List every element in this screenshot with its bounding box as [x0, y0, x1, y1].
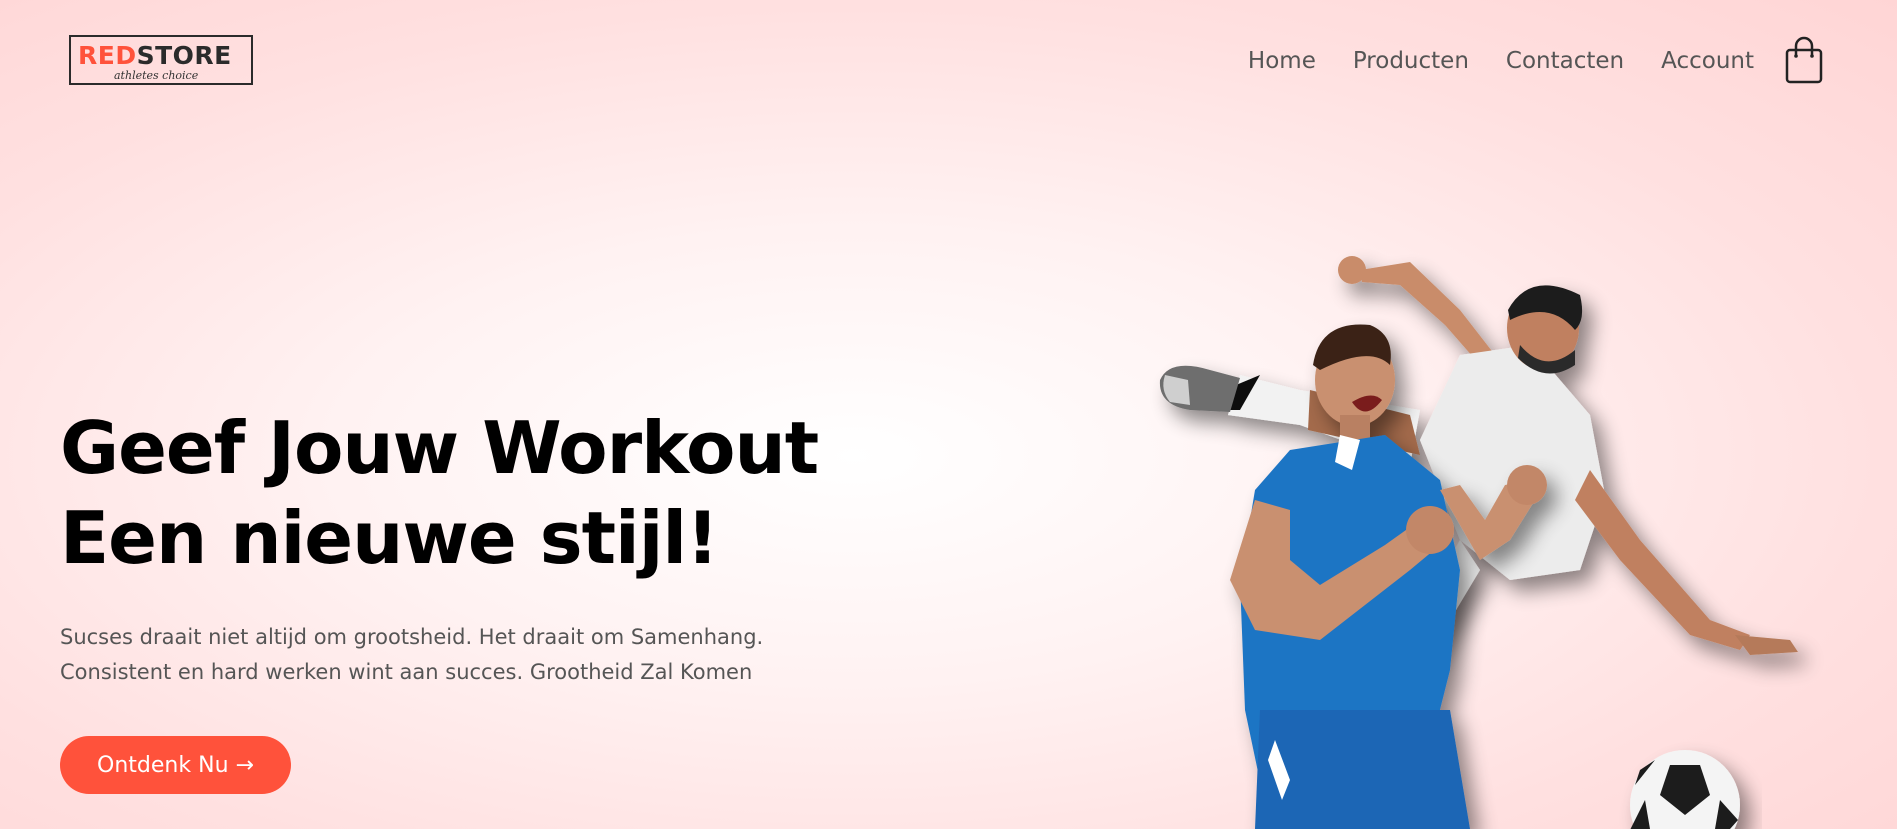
hero-subtitle-line2: Consistent en hard werken wint aan succe…: [60, 660, 753, 684]
main-nav: Home Producten Contacten Account: [1248, 44, 1754, 78]
hero-subtitle-line1: Sucses draait niet altijd om grootsheid.…: [60, 625, 764, 649]
nav-contacten[interactable]: Contacten: [1506, 44, 1624, 78]
page: REDSTORE athletes choice Home Producten …: [0, 0, 1897, 829]
logo-tagline: athletes choice: [114, 69, 199, 82]
hero-headline-line2: Een nieuwe stijl!: [60, 496, 719, 580]
shopping-bag-icon[interactable]: [1784, 36, 1824, 86]
hero-subtitle: Sucses draait niet altijd om grootsheid.…: [60, 620, 763, 690]
logo-word-dark: STORE: [136, 41, 232, 70]
soccer-ball: [1630, 750, 1740, 829]
hero-headline-line1: Geef Jouw Workout: [60, 406, 819, 490]
redstore-logo[interactable]: REDSTORE athletes choice: [69, 35, 253, 85]
hero-headline: Geef Jouw Workout Een nieuwe stijl!: [60, 403, 819, 583]
logo-word-red: RED: [78, 41, 137, 70]
nav-account[interactable]: Account: [1661, 44, 1754, 78]
nav-home[interactable]: Home: [1248, 44, 1316, 78]
nav-producten[interactable]: Producten: [1353, 44, 1469, 78]
discover-now-button[interactable]: Ontdenk Nu →: [60, 736, 291, 794]
logo-wordmark: REDSTORE: [78, 41, 232, 71]
soccer-players-image: [990, 240, 1897, 829]
